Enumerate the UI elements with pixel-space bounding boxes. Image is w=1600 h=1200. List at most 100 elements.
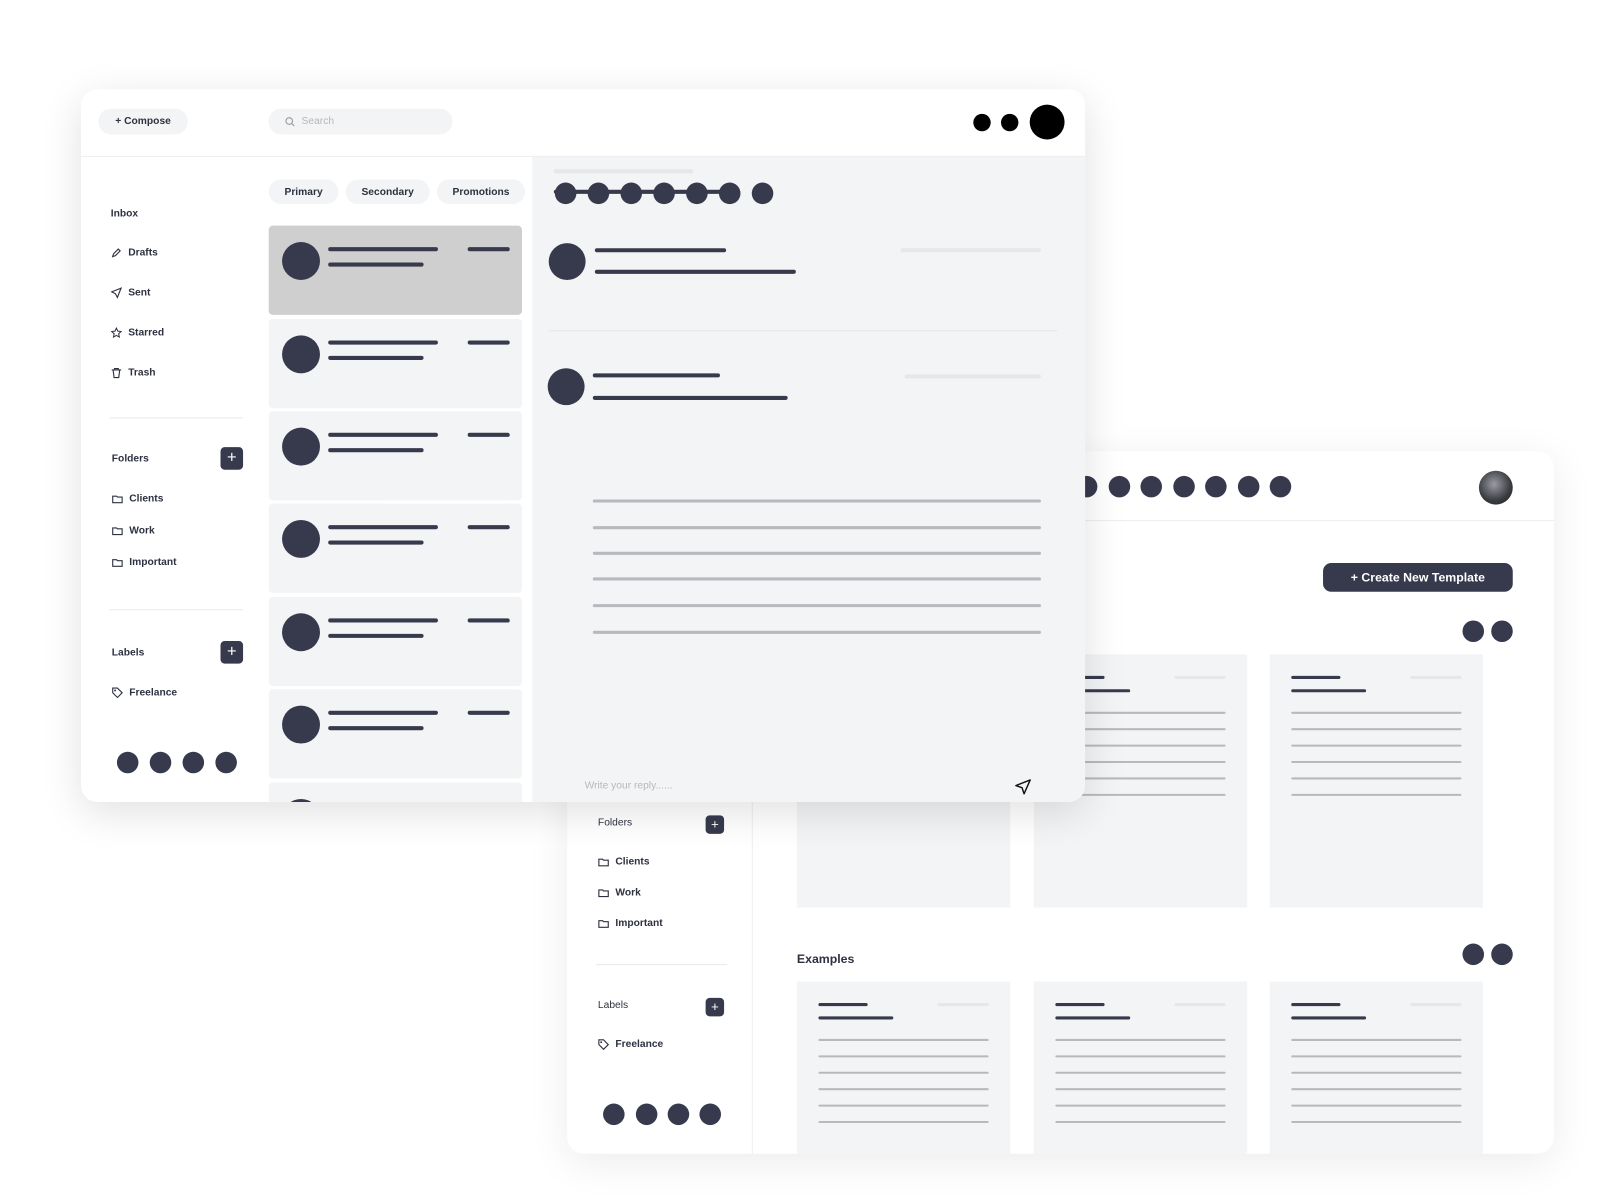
label-label: Freelance: [129, 687, 178, 699]
sender-avatar: [282, 242, 320, 280]
folder-important[interactable]: Important: [112, 557, 177, 568]
sender-placeholder: [592, 373, 720, 378]
examples-next-button[interactable]: [1491, 943, 1513, 966]
folder-icon: [598, 920, 609, 928]
sender-avatar: [282, 798, 320, 803]
reply-input[interactable]: Write your reply......: [585, 780, 673, 791]
send-icon[interactable]: [1014, 778, 1031, 795]
toolbar-action-button[interactable]: [1108, 475, 1130, 498]
sender-placeholder: [594, 248, 727, 253]
email-list-item[interactable]: [268, 782, 523, 803]
sender-avatar: [282, 335, 320, 374]
template-title-placeholder: [1291, 689, 1367, 693]
sidebar-item-label: Trash: [128, 367, 156, 379]
template-title-placeholder: [1291, 675, 1341, 679]
time-placeholder: [467, 432, 510, 437]
search-input[interactable]: Search: [268, 108, 453, 135]
folder-clients[interactable]: Clients: [598, 856, 650, 868]
add-label-button[interactable]: +: [220, 641, 244, 664]
sender-avatar: [548, 243, 586, 280]
search-placeholder: Search: [301, 115, 335, 128]
examples-prev-button[interactable]: [1462, 943, 1485, 966]
sidebar-item-trash[interactable]: Trash: [111, 367, 156, 378]
footer-button[interactable]: [215, 751, 237, 774]
preview-placeholder: [328, 355, 424, 360]
template-card[interactable]: [796, 981, 1011, 1154]
footer-button[interactable]: [667, 1103, 690, 1126]
create-template-button[interactable]: + Create New Template: [1323, 563, 1513, 592]
toolbar-action-button[interactable]: [1269, 475, 1292, 498]
add-label-button[interactable]: +: [705, 997, 725, 1017]
tag-icon: [112, 687, 123, 699]
template-text-placeholder: [1291, 1055, 1462, 1058]
folders-title: Folders: [597, 817, 633, 829]
footer-button[interactable]: [149, 751, 172, 774]
search-icon: [285, 116, 295, 127]
toolbar-action-button[interactable]: [1140, 475, 1163, 498]
compose-button[interactable]: + Compose: [98, 108, 188, 135]
footer-button[interactable]: [699, 1103, 721, 1126]
footer-button[interactable]: [603, 1103, 625, 1126]
template-text-placeholder: [1291, 711, 1462, 714]
template-date-placeholder: [937, 1003, 989, 1007]
subject-placeholder: [553, 169, 694, 174]
template-text-placeholder: [1055, 1120, 1226, 1124]
toolbar-action-button[interactable]: [751, 182, 774, 205]
sender-avatar: [282, 427, 320, 466]
footer-button[interactable]: [635, 1103, 658, 1126]
header-button[interactable]: [1000, 113, 1019, 132]
sidebar-item-starred[interactable]: Starred: [110, 327, 164, 338]
email-list-item[interactable]: [268, 318, 523, 409]
sidebar-item-sent[interactable]: Sent: [110, 287, 150, 299]
add-folder-button[interactable]: +: [705, 815, 725, 834]
header-button[interactable]: [973, 113, 991, 132]
folder-clients[interactable]: Clients: [112, 493, 164, 505]
folder-work[interactable]: Work: [598, 887, 641, 898]
template-card[interactable]: [1269, 981, 1484, 1154]
template-card[interactable]: [1269, 654, 1484, 908]
folder-important[interactable]: Important: [598, 918, 663, 929]
subject-placeholder: [328, 618, 438, 623]
tab-promotions[interactable]: Promotions: [436, 179, 526, 205]
folder-icon: [112, 559, 123, 567]
template-title-placeholder: [1291, 1016, 1367, 1020]
sidebar-item-drafts[interactable]: Drafts: [111, 247, 158, 258]
user-avatar[interactable]: [1478, 470, 1513, 505]
folder-work[interactable]: Work: [112, 525, 155, 536]
tag-icon: [598, 1039, 610, 1051]
next-button[interactable]: [1491, 620, 1513, 643]
prev-button[interactable]: [1462, 620, 1485, 643]
folder-label: Clients: [129, 493, 164, 505]
label-freelance[interactable]: Freelance: [112, 687, 177, 698]
footer-button[interactable]: [182, 751, 205, 774]
template-text-placeholder: [818, 1104, 989, 1107]
toolbar-action-button[interactable]: [1237, 475, 1259, 498]
tab-primary[interactable]: Primary: [268, 179, 339, 205]
email-list-item[interactable]: [268, 225, 523, 315]
divider: [109, 609, 244, 611]
email-list-item[interactable]: [268, 596, 523, 687]
body-text-placeholder: [592, 630, 1041, 634]
email-list-item[interactable]: [268, 689, 523, 779]
add-folder-button[interactable]: +: [220, 447, 244, 470]
subject-placeholder: [328, 247, 438, 252]
sidebar-item-inbox[interactable]: Inbox: [111, 208, 138, 219]
template-card[interactable]: [1033, 981, 1248, 1154]
folder-label: Work: [615, 887, 641, 899]
label-freelance[interactable]: Freelance: [598, 1039, 663, 1050]
template-text-placeholder: [1291, 793, 1462, 796]
pencil-icon: [111, 248, 121, 258]
email-list-item[interactable]: [268, 411, 523, 501]
user-avatar[interactable]: [1029, 104, 1065, 140]
template-text-placeholder: [1055, 1038, 1226, 1041]
toolbar-action-button[interactable]: [1172, 475, 1195, 498]
toolbar-action-button[interactable]: [1205, 475, 1227, 498]
footer-button[interactable]: [116, 751, 139, 774]
email-list-item[interactable]: [268, 503, 523, 593]
template-text-placeholder: [1291, 744, 1462, 747]
tab-secondary[interactable]: Secondary: [345, 179, 430, 205]
template-text-placeholder: [1291, 1038, 1462, 1041]
preview-placeholder: [328, 540, 424, 545]
template-text-placeholder: [1291, 728, 1462, 731]
template-text-placeholder: [1291, 1071, 1462, 1074]
